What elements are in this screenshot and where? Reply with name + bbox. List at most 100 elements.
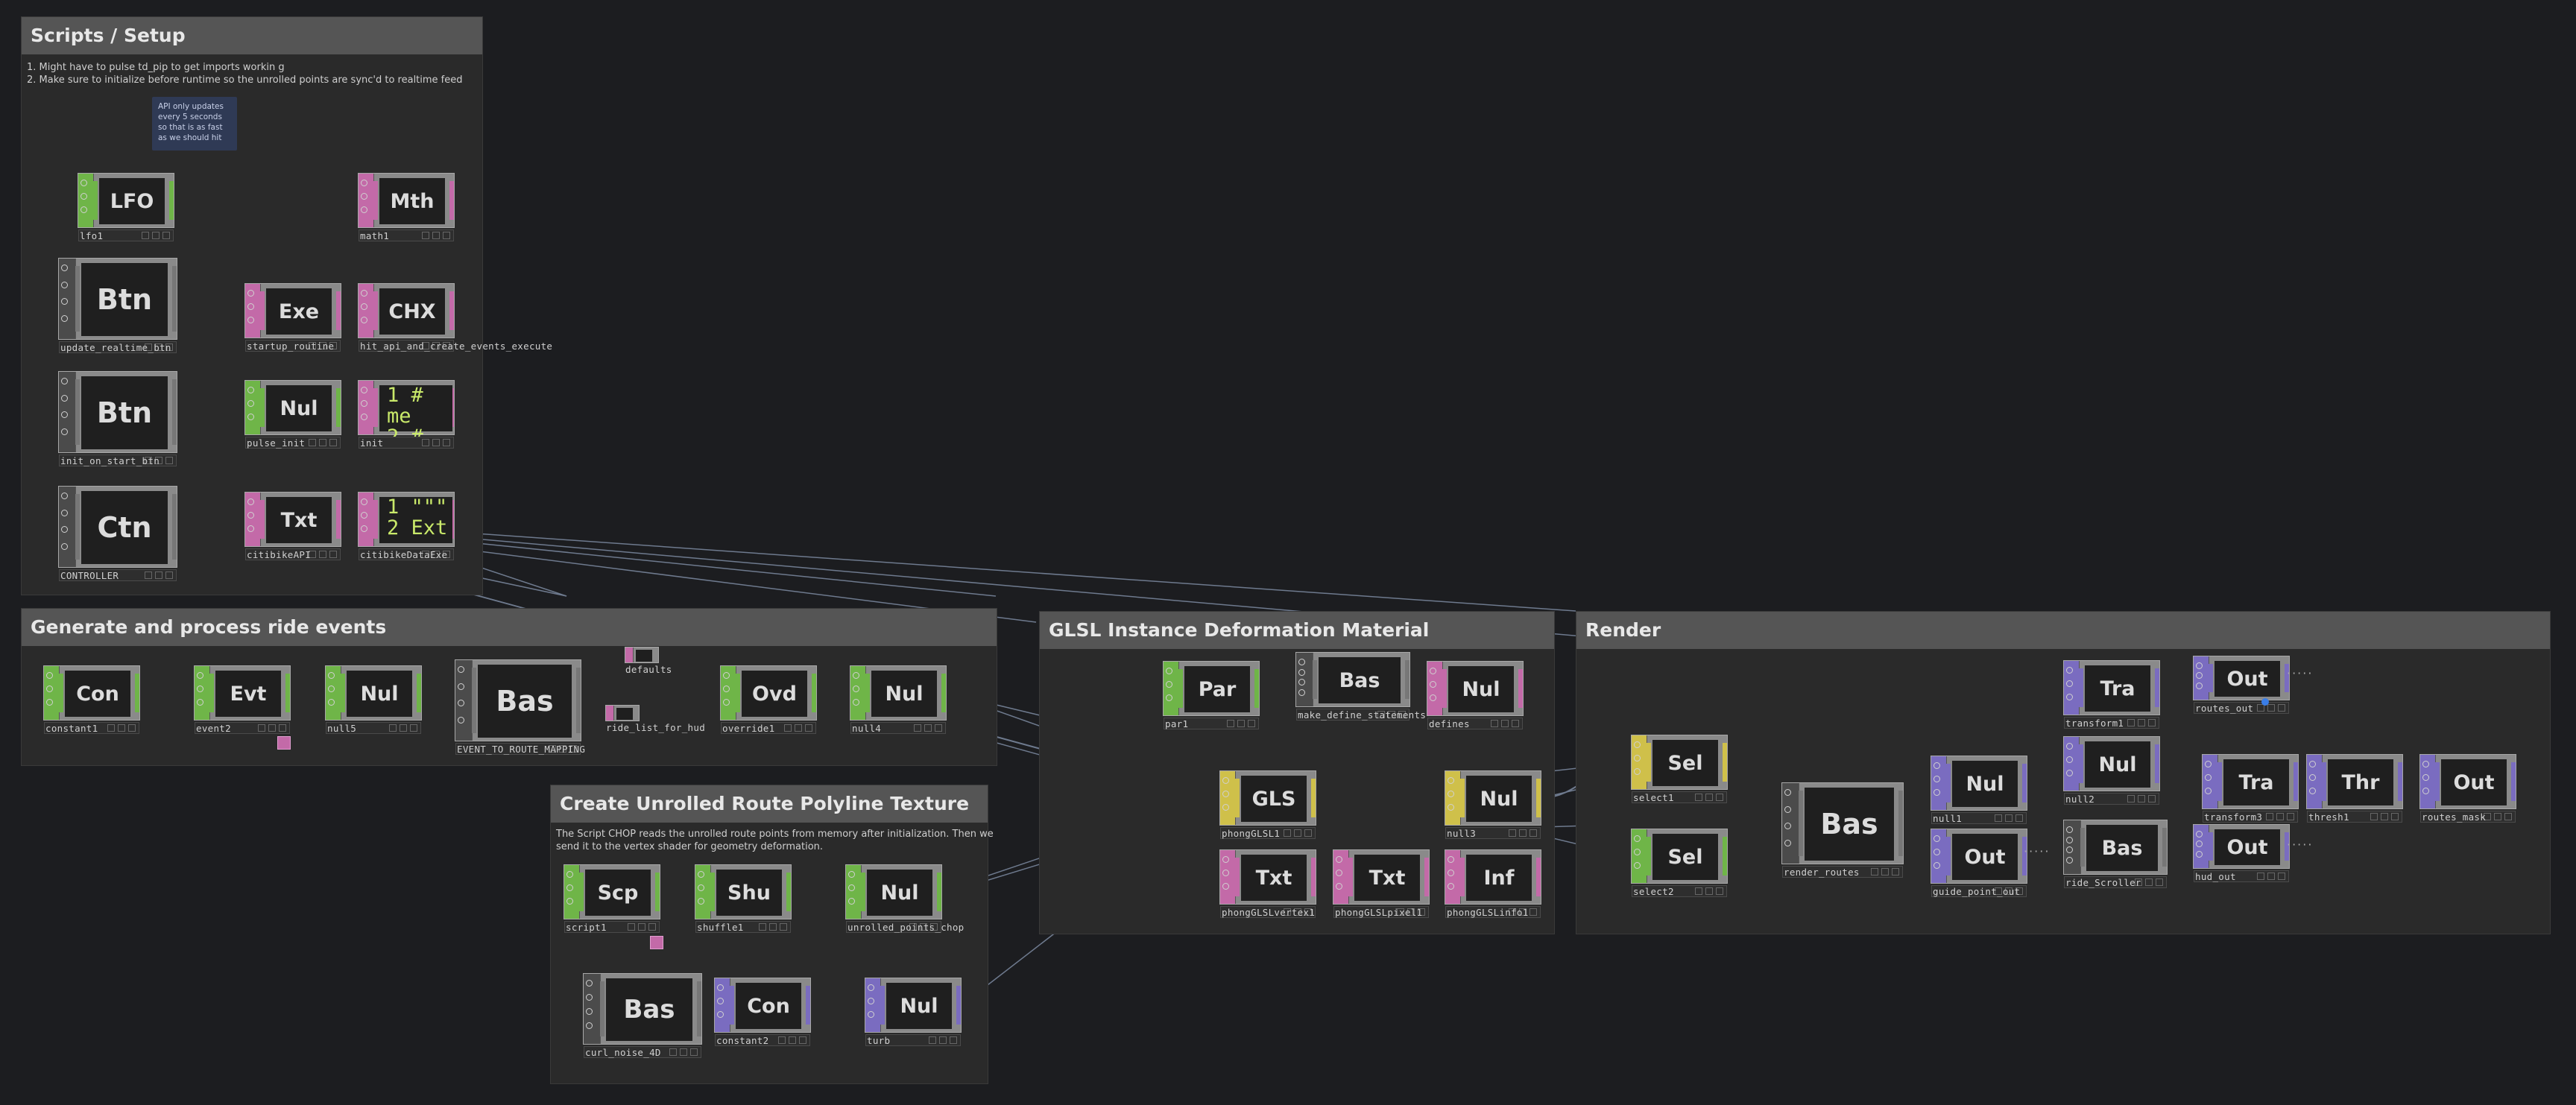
bar-button-icon[interactable] xyxy=(2276,813,2284,820)
flag-toggle-icon[interactable] xyxy=(46,699,53,706)
flag-toggle-icon[interactable] xyxy=(361,193,367,200)
node-override1[interactable]: Ovd override1 xyxy=(720,665,817,734)
flag-toggle-icon[interactable] xyxy=(868,984,874,991)
input-connector[interactable] xyxy=(2079,744,2083,783)
flag-toggle-icon[interactable] xyxy=(247,400,254,407)
input-connector[interactable] xyxy=(75,379,80,445)
bar-button-icon[interactable] xyxy=(799,1036,806,1044)
output-connector[interactable] xyxy=(135,674,139,712)
bar-button-icon[interactable] xyxy=(1995,814,2002,822)
flag-toggle-icon[interactable] xyxy=(848,884,855,891)
node-flags[interactable] xyxy=(359,284,374,338)
output-connector[interactable] xyxy=(1536,858,1541,896)
bar-button-icon[interactable] xyxy=(2504,813,2512,820)
node-math1[interactable]: Mth math1 xyxy=(358,173,455,241)
input-connector[interactable] xyxy=(865,674,870,712)
flag-toggle-icon[interactable] xyxy=(1298,679,1305,686)
flag-toggle-icon[interactable] xyxy=(848,871,855,878)
node-flags[interactable] xyxy=(846,865,862,919)
flag-toggle-icon[interactable] xyxy=(868,998,874,1004)
node-flags[interactable] xyxy=(245,493,261,546)
flag-toggle-icon[interactable] xyxy=(1933,776,1940,782)
output-connector[interactable] xyxy=(1311,779,1316,817)
bar-button-icon[interactable] xyxy=(638,923,645,931)
node-constant1[interactable]: Con constant1 xyxy=(43,665,140,734)
output-connector[interactable] xyxy=(336,500,341,539)
bar-button-icon[interactable] xyxy=(2148,795,2156,802)
flag-toggle-icon[interactable] xyxy=(247,387,254,393)
node-flags[interactable] xyxy=(1445,771,1461,825)
flag-toggle-icon[interactable] xyxy=(2196,662,2203,669)
node-par1[interactable]: Par par1 xyxy=(1163,661,1260,729)
output-connector[interactable] xyxy=(1254,669,1259,708)
flag-toggle-icon[interactable] xyxy=(1933,862,1940,869)
flag-toggle-icon[interactable] xyxy=(247,317,254,323)
input-connector[interactable] xyxy=(93,181,98,220)
node-flags[interactable] xyxy=(1220,771,1236,825)
node-init-btn[interactable]: Btn init_on_start_btn xyxy=(58,371,177,466)
node-flags[interactable] xyxy=(564,865,580,919)
input-connector[interactable] xyxy=(1442,669,1447,708)
dat-input-icon[interactable] xyxy=(650,936,663,949)
output-connector[interactable] xyxy=(2155,744,2159,783)
bar-button-icon[interactable] xyxy=(400,724,407,732)
input-connector[interactable] xyxy=(260,388,265,427)
flag-toggle-icon[interactable] xyxy=(328,672,335,679)
flag-toggle-icon[interactable] xyxy=(723,686,730,692)
flag-toggle-icon[interactable] xyxy=(586,1008,593,1015)
bar-button-icon[interactable] xyxy=(1530,829,1537,837)
node-flags[interactable] xyxy=(245,381,261,434)
bar-button-icon[interactable] xyxy=(914,724,921,732)
bar-button-icon[interactable] xyxy=(309,439,316,446)
flag-toggle-icon[interactable] xyxy=(1430,694,1436,701)
flag-toggle-icon[interactable] xyxy=(853,686,859,692)
node-render-routes[interactable]: Bas render_routes xyxy=(1781,782,1904,878)
flag-toggle-icon[interactable] xyxy=(698,884,704,891)
input-connector[interactable] xyxy=(1946,837,1951,876)
input-connector[interactable] xyxy=(600,981,604,1036)
flag-toggle-icon[interactable] xyxy=(2196,831,2203,838)
input-connector[interactable] xyxy=(2209,832,2213,861)
bar-button-icon[interactable] xyxy=(784,724,792,732)
output-connector[interactable] xyxy=(941,674,946,712)
flag-toggle-icon[interactable] xyxy=(2196,672,2203,680)
node-controller[interactable]: Ctn CONTROLLER xyxy=(58,486,177,581)
flag-toggle-icon[interactable] xyxy=(1222,804,1229,811)
bar-button-icon[interactable] xyxy=(950,1036,957,1044)
flag-toggle-icon[interactable] xyxy=(2066,756,2073,763)
bar-button-icon[interactable] xyxy=(279,724,286,732)
flag-toggle-icon[interactable] xyxy=(61,509,68,516)
flag-toggle-icon[interactable] xyxy=(1634,741,1641,748)
flag-toggle-icon[interactable] xyxy=(2066,856,2073,864)
bar-button-icon[interactable] xyxy=(2005,814,2012,822)
node-hud-out[interactable]: Out hud_out xyxy=(2193,824,2290,882)
flag-toggle-icon[interactable] xyxy=(1784,823,1791,829)
bar-button-icon[interactable] xyxy=(319,439,326,446)
bar-button-icon[interactable] xyxy=(2381,813,2388,820)
flag-toggle-icon[interactable] xyxy=(80,180,87,186)
flag-toggle-icon[interactable] xyxy=(361,290,367,297)
output-connector[interactable] xyxy=(2398,762,2402,801)
flag-toggle-icon[interactable] xyxy=(1222,856,1229,863)
flag-toggle-icon[interactable] xyxy=(1634,862,1641,869)
bar-button-icon[interactable] xyxy=(1304,829,1312,837)
output-connector[interactable] xyxy=(1536,779,1541,817)
output-connector[interactable] xyxy=(2294,762,2298,801)
input-connector[interactable] xyxy=(710,873,715,911)
input-connector[interactable] xyxy=(209,674,214,712)
output-connector[interactable] xyxy=(336,388,341,427)
bar-button-icon[interactable] xyxy=(805,724,812,732)
bar-button-icon[interactable] xyxy=(929,1036,936,1044)
bar-button-icon[interactable] xyxy=(1695,794,1702,801)
node-null5[interactable]: Nul null5 xyxy=(325,665,422,734)
bar-button-icon[interactable] xyxy=(2267,704,2275,712)
flag-toggle-icon[interactable] xyxy=(1336,883,1342,890)
node-update-btn[interactable]: Btn update_realtime_btn xyxy=(58,258,177,353)
node-flags[interactable] xyxy=(359,381,374,434)
bar-button-icon[interactable] xyxy=(924,724,932,732)
bar-button-icon[interactable] xyxy=(2266,813,2273,820)
node-constant2[interactable]: Con constant2 xyxy=(714,978,811,1046)
flag-toggle-icon[interactable] xyxy=(458,666,464,673)
input-connector[interactable] xyxy=(1178,669,1183,708)
bar-button-icon[interactable] xyxy=(389,724,397,732)
